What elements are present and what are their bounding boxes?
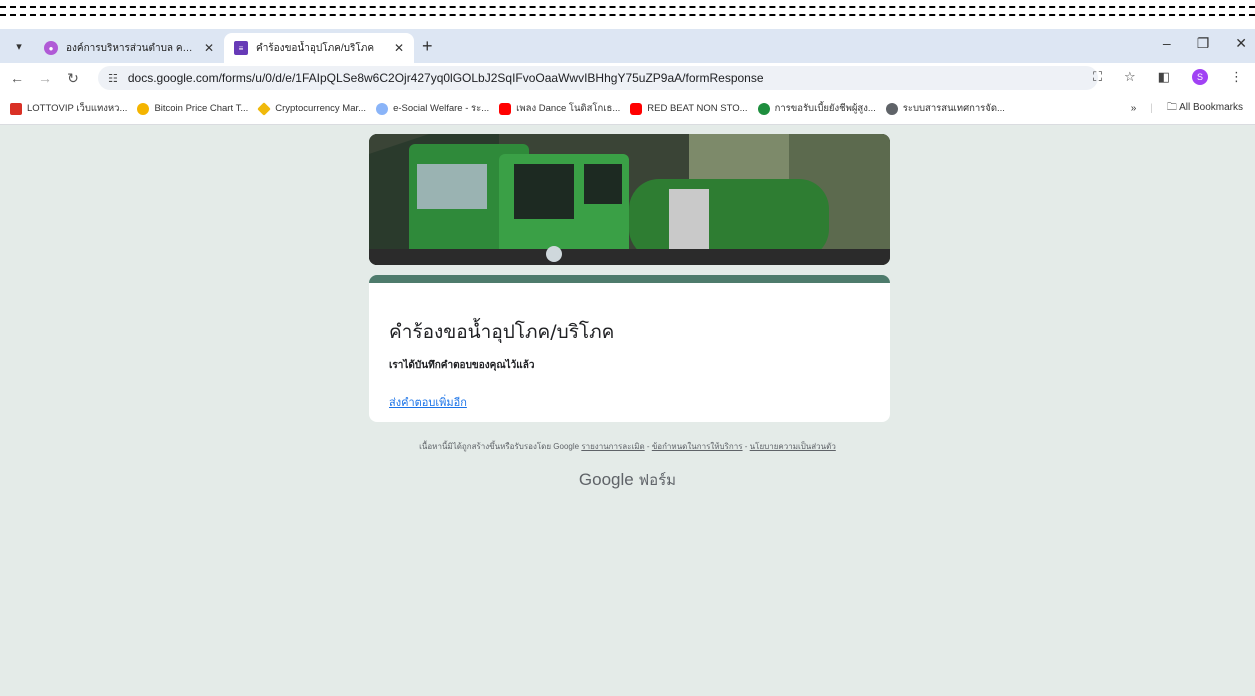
folder-icon: 🗀 (1166, 102, 1177, 113)
seal-icon (757, 102, 770, 115)
toolbar-actions: ⛶ ☆ ◧ S ⋮ (1093, 69, 1243, 85)
all-bookmarks-button[interactable]: 🗀 All Bookmarks (1167, 100, 1243, 117)
tab-title: คำร้องขอน้ำอุปโภค/บริโภค (256, 42, 375, 54)
avatar[interactable]: S (1192, 69, 1208, 85)
confirmation-card: คำร้องขอน้ำอุปโภค/บริโภค เราได้บันทึกคำต… (369, 275, 890, 422)
bookmarks-overflow-button[interactable]: » (1131, 103, 1137, 114)
crypto-icon (257, 101, 272, 116)
report-abuse-link[interactable]: รายงานการละเมิด (581, 442, 644, 451)
social-welfare-icon (376, 102, 389, 115)
bookmarks-bar: LOTTOVIP เว็บแทงหว... Bitcoin Price Char… (0, 93, 1255, 125)
bookmark-item[interactable]: Bitcoin Price Chart T... (137, 102, 248, 115)
form-footer: เนื้อหานี้มิได้ถูกสร้างขึ้นหรือรับรองโดย… (0, 440, 1255, 453)
translate-icon[interactable]: ⛶ (1093, 69, 1102, 85)
menu-icon[interactable]: ⋮ (1230, 69, 1243, 85)
screenshot-border (0, 0, 1255, 24)
forward-icon[interactable]: → (34, 70, 56, 86)
bookmarks-right: » | 🗀 All Bookmarks (1131, 100, 1243, 117)
tab-obt[interactable]: ● องค์การบริหารส่วนตำบล คลองทราย ✕ (34, 33, 224, 63)
side-panel-icon[interactable]: ◧ (1158, 69, 1170, 85)
divider: | (1150, 103, 1153, 114)
bitcoin-icon (137, 102, 150, 115)
bookmark-star-icon[interactable]: ☆ (1124, 69, 1136, 85)
bookmark-item[interactable]: ระบบสารสนเทศการจัด... (885, 101, 1005, 116)
confirmation-message: เราได้บันทึกคำตอบของคุณไว้แล้ว (389, 360, 535, 371)
brand-forms: ฟอร์ม (638, 472, 677, 489)
close-icon[interactable]: ✕ (204, 41, 214, 55)
form-title: คำร้องขอน้ำอุปโภค/บริโภค (389, 321, 615, 343)
tab-bar: ▾ ● องค์การบริหารส่วนตำบล คลองทราย ✕ ≡ ค… (0, 29, 1255, 63)
separator: - (644, 442, 652, 451)
google-forms-logo[interactable]: Google ฟอร์ม (0, 468, 1255, 492)
restore-icon[interactable]: ❐ (1197, 35, 1210, 52)
tab-title: องค์การบริหารส่วนตำบล คลองทราย (66, 42, 198, 54)
bookmark-item[interactable]: LOTTOVIP เว็บแทงหว... (10, 101, 127, 116)
window-controls: – ❐ ✕ (1163, 35, 1247, 52)
tab-search-button[interactable]: ▾ (4, 32, 34, 60)
separator: - (742, 442, 750, 451)
new-tab-button[interactable]: + (422, 36, 433, 57)
water-truck-image (369, 134, 890, 265)
reload-icon[interactable]: ↻ (62, 70, 84, 87)
address-bar[interactable]: ☷ docs.google.com/forms/u/0/d/e/1FAIpQLS… (98, 66, 1098, 90)
bookmark-item[interactable]: เพลง Dance โนดิสโกเธ... (499, 101, 620, 116)
address-text: docs.google.com/forms/u/0/d/e/1FAIpQLSe8… (127, 71, 764, 85)
tab-form[interactable]: ≡ คำร้องขอน้ำอุปโภค/บริโภค ✕ (224, 33, 414, 63)
obt-favicon-icon: ● (44, 41, 58, 55)
bookmark-item[interactable]: การขอรับเบี้ยยังชีพผู้สูง... (757, 101, 876, 116)
globe-icon (885, 102, 898, 115)
close-window-icon[interactable]: ✕ (1235, 35, 1247, 52)
browser-toolbar: ← → ↻ ☷ docs.google.com/forms/u/0/d/e/1F… (0, 63, 1255, 93)
footer-disclaimer: เนื้อหานี้มิได้ถูกสร้างขึ้นหรือรับรองโดย… (419, 442, 580, 451)
lotto-icon (10, 102, 22, 115)
bookmark-item[interactable]: e-Social Welfare - ระ... (376, 101, 489, 116)
privacy-link[interactable]: นโยบายความเป็นส่วนตัว (750, 442, 836, 451)
bookmark-item[interactable]: Cryptocurrency Mar... (257, 101, 366, 116)
submit-another-link[interactable]: ส่งคำตอบเพิ่มอีก (389, 393, 467, 411)
terms-link[interactable]: ข้อกำหนดในการให้บริการ (652, 442, 743, 451)
form-header-image (369, 134, 890, 265)
minimize-icon[interactable]: – (1163, 35, 1171, 52)
youtube-icon (499, 102, 512, 115)
close-icon[interactable]: ✕ (394, 41, 404, 55)
page-content: คำร้องขอน้ำอุปโภค/บริโภค เราได้บันทึกคำต… (0, 125, 1255, 696)
brand-google: Google (578, 470, 634, 489)
back-icon[interactable]: ← (6, 70, 28, 86)
google-forms-icon: ≡ (234, 41, 248, 55)
site-info-icon[interactable]: ☷ (108, 72, 118, 85)
bookmark-item[interactable]: RED BEAT NON STO... (630, 102, 748, 115)
youtube-icon (630, 102, 643, 115)
